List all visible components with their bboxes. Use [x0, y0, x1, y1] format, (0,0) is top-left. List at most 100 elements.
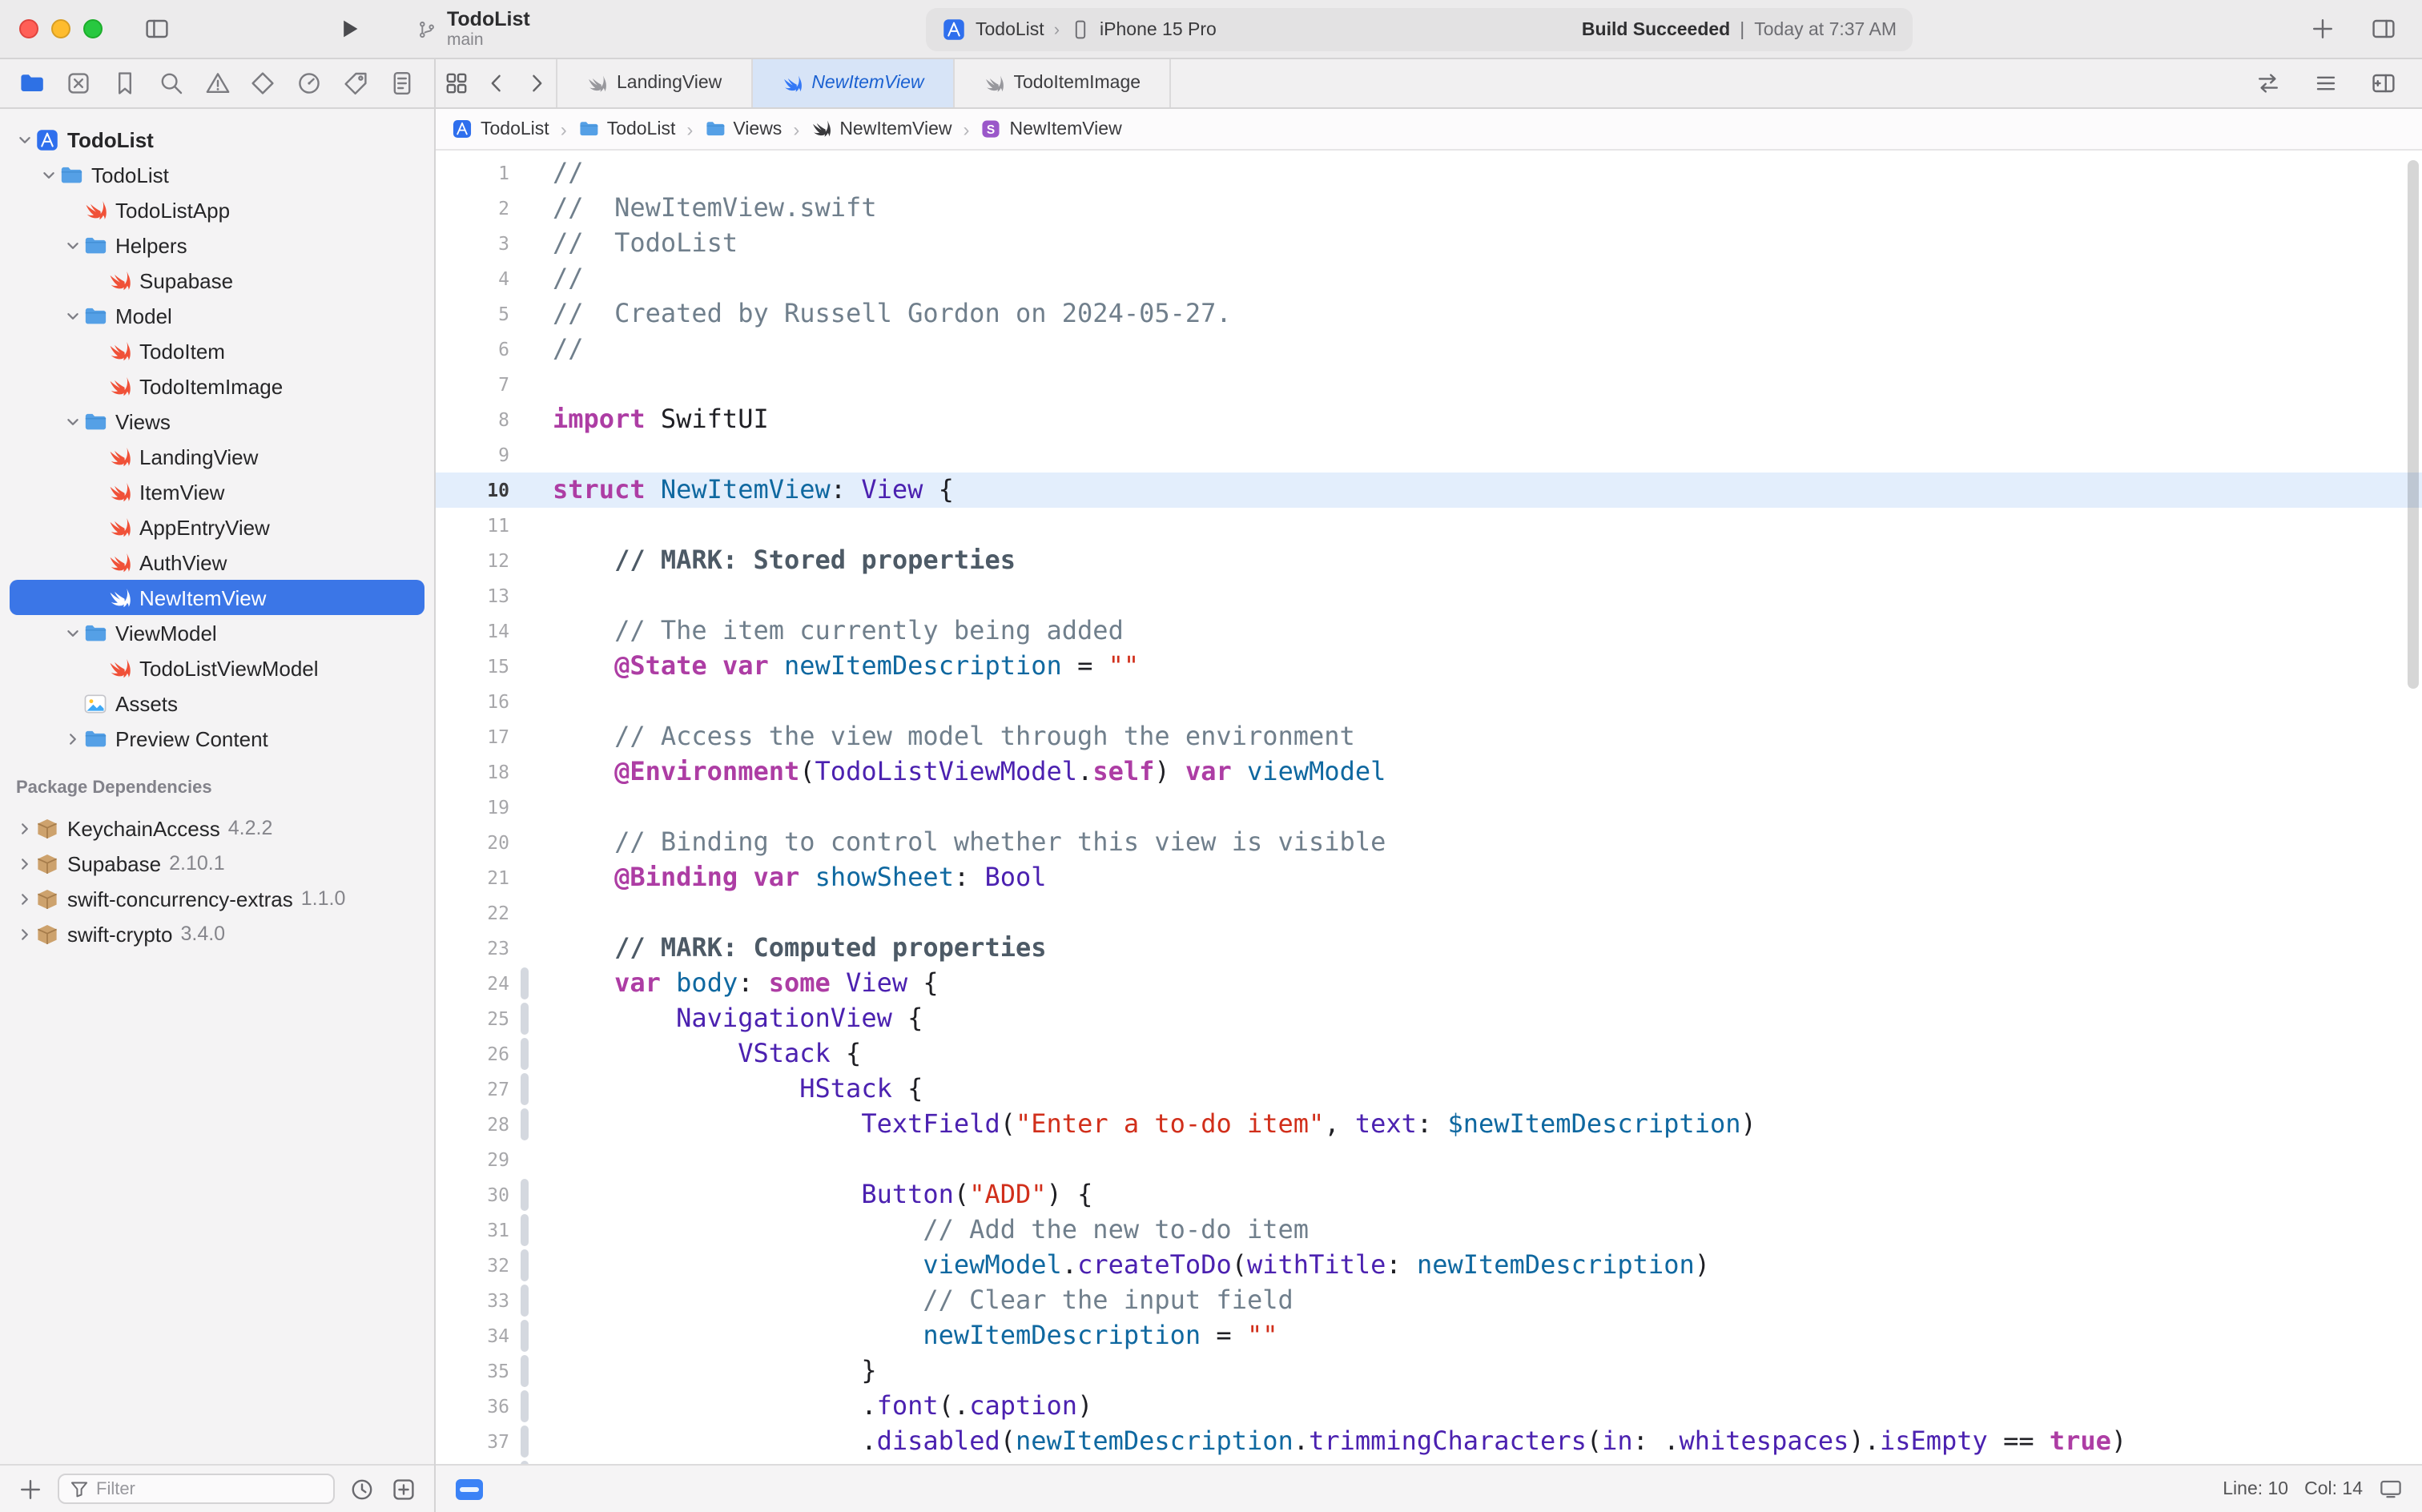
display-icon[interactable]	[2379, 1477, 2403, 1501]
line-number[interactable]: 13	[436, 578, 509, 613]
line-number[interactable]: 23	[436, 931, 509, 966]
breadcrumb-item-newitemview[interactable]: SNewItemView	[981, 119, 1122, 139]
go-forward-button[interactable]	[516, 59, 556, 107]
line-number[interactable]: 1	[436, 155, 509, 191]
line-number[interactable]: 4	[436, 261, 509, 296]
code-line-35[interactable]: 35 }	[436, 1353, 2422, 1389]
line-number[interactable]: 14	[436, 613, 509, 649]
add-editor-button[interactable]	[2364, 64, 2403, 103]
disclosure-open-icon[interactable]	[13, 128, 35, 151]
filter-field[interactable]	[58, 1474, 335, 1504]
code-line-33[interactable]: 33 // Clear the input field	[436, 1283, 2422, 1318]
breadcrumb-item-todolist[interactable]: TodoList	[578, 119, 676, 139]
line-number[interactable]: 22	[436, 895, 509, 931]
line-number[interactable]: 24	[436, 966, 509, 1001]
code-line-17[interactable]: 17 // Access the view model through the …	[436, 719, 2422, 754]
sidebar-item-todoitemimage[interactable]: TodoItemImage	[10, 368, 424, 404]
sidebar-item-preview-content[interactable]: Preview Content	[10, 721, 424, 756]
code-line-29[interactable]: 29	[436, 1142, 2422, 1177]
code-line-32[interactable]: 32 viewModel.createToDo(withTitle: newIt…	[436, 1248, 2422, 1283]
line-number[interactable]: 33	[436, 1283, 509, 1318]
line-number[interactable]: 30	[436, 1177, 509, 1212]
sidebar-item-landingview[interactable]: LandingView	[10, 439, 424, 474]
code-line-10[interactable]: 10struct NewItemView: View {	[436, 472, 2422, 508]
disclosure-closed-icon[interactable]	[13, 817, 35, 839]
disclosure-open-icon[interactable]	[61, 410, 83, 432]
sidebar-item-authview[interactable]: AuthView	[10, 545, 424, 580]
run-button[interactable]	[330, 10, 368, 48]
line-number[interactable]: 29	[436, 1142, 509, 1177]
sidebar-item-todoitem[interactable]: TodoItem	[10, 333, 424, 368]
code-review-button[interactable]	[2249, 64, 2287, 103]
code-line-3[interactable]: 3// TodoList	[436, 226, 2422, 261]
code-line-7[interactable]: 7	[436, 367, 2422, 402]
line-number[interactable]: 5	[436, 296, 509, 332]
code-line-2[interactable]: 2// NewItemView.swift	[436, 191, 2422, 226]
line-number[interactable]: 28	[436, 1107, 509, 1142]
line-number[interactable]: 16	[436, 684, 509, 719]
reports-navigator[interactable]	[388, 69, 416, 98]
code-line-26[interactable]: 26 VStack {	[436, 1036, 2422, 1072]
line-number[interactable]: 38	[436, 1459, 509, 1464]
close-window-button[interactable]	[19, 19, 38, 38]
line-number[interactable]: 37	[436, 1424, 509, 1459]
breadcrumb-item-views[interactable]: Views	[704, 119, 782, 139]
code-line-23[interactable]: 23 // MARK: Computed properties	[436, 931, 2422, 966]
package-item-supabase[interactable]: Supabase2.10.1	[10, 846, 424, 881]
issues-navigator[interactable]	[203, 69, 231, 98]
line-number[interactable]: 20	[436, 825, 509, 860]
activity-status-pill[interactable]: TodoList › iPhone 15 Pro Build Succeeded…	[926, 8, 1913, 51]
editor-options-button[interactable]	[2307, 64, 2345, 103]
editor-scrollbar[interactable]	[2408, 160, 2419, 689]
package-item-swift-concurrency-extras[interactable]: swift-concurrency-extras1.1.0	[10, 881, 424, 916]
code-line-18[interactable]: 18 @Environment(TodoListViewModel.self) …	[436, 754, 2422, 790]
sidebar-item-supabase[interactable]: Supabase	[10, 263, 424, 298]
sidebar-item-model[interactable]: Model	[10, 298, 424, 333]
code-line-9[interactable]: 9	[436, 437, 2422, 472]
code-line-38[interactable]: 38 }	[436, 1459, 2422, 1464]
code-line-25[interactable]: 25 NavigationView {	[436, 1001, 2422, 1036]
package-item-keychainaccess[interactable]: KeychainAccess4.2.2	[10, 810, 424, 846]
code-line-31[interactable]: 31 // Add the new to-do item	[436, 1212, 2422, 1248]
editor-tab-landingview[interactable]: LandingView	[556, 59, 752, 107]
code-line-6[interactable]: 6//	[436, 332, 2422, 367]
line-number[interactable]: 15	[436, 649, 509, 684]
filter-input[interactable]	[96, 1479, 324, 1498]
disclosure-open-icon[interactable]	[37, 163, 59, 186]
sidebar-item-itemview[interactable]: ItemView	[10, 474, 424, 509]
sidebar-item-viewmodel[interactable]: ViewModel	[10, 615, 424, 650]
line-number[interactable]: 32	[436, 1248, 509, 1283]
add-item-button[interactable]	[16, 1470, 45, 1508]
new-tab-button[interactable]	[2303, 10, 2342, 48]
find-navigator[interactable]	[156, 69, 185, 98]
disclosure-closed-icon[interactable]	[13, 887, 35, 910]
line-number[interactable]: 8	[436, 402, 509, 437]
code-line-22[interactable]: 22	[436, 895, 2422, 931]
disclosure-open-icon[interactable]	[61, 304, 83, 327]
package-item-swift-crypto[interactable]: swift-crypto3.4.0	[10, 916, 424, 951]
tests-navigator[interactable]	[249, 69, 278, 98]
editor-tab-newitemview[interactable]: NewItemView	[752, 59, 954, 107]
code-line-11[interactable]: 11	[436, 508, 2422, 543]
code-line-12[interactable]: 12 // MARK: Stored properties	[436, 543, 2422, 578]
line-number[interactable]: 17	[436, 719, 509, 754]
minimize-window-button[interactable]	[51, 19, 70, 38]
sidebar-item-todolistapp[interactable]: TodoListApp	[10, 192, 424, 227]
line-number[interactable]: 21	[436, 860, 509, 895]
code-line-19[interactable]: 19	[436, 790, 2422, 825]
code-line-1[interactable]: 1//	[436, 155, 2422, 191]
line-number[interactable]: 34	[436, 1318, 509, 1353]
line-number[interactable]: 6	[436, 332, 509, 367]
breakpoints-navigator[interactable]	[341, 69, 370, 98]
code-line-37[interactable]: 37 .disabled(newItemDescription.trimming…	[436, 1424, 2422, 1459]
line-number[interactable]: 3	[436, 226, 509, 261]
disclosure-open-icon[interactable]	[61, 234, 83, 256]
code-line-14[interactable]: 14 // The item currently being added	[436, 613, 2422, 649]
go-back-button[interactable]	[476, 59, 516, 107]
code-line-28[interactable]: 28 TextField("Enter a to-do item", text:…	[436, 1107, 2422, 1142]
code-line-21[interactable]: 21 @Binding var showSheet: Bool	[436, 860, 2422, 895]
disclosure-closed-icon[interactable]	[13, 852, 35, 875]
bookmarks-navigator[interactable]	[111, 69, 139, 98]
line-number[interactable]: 7	[436, 367, 509, 402]
scm-status-filter-button[interactable]	[389, 1470, 418, 1508]
